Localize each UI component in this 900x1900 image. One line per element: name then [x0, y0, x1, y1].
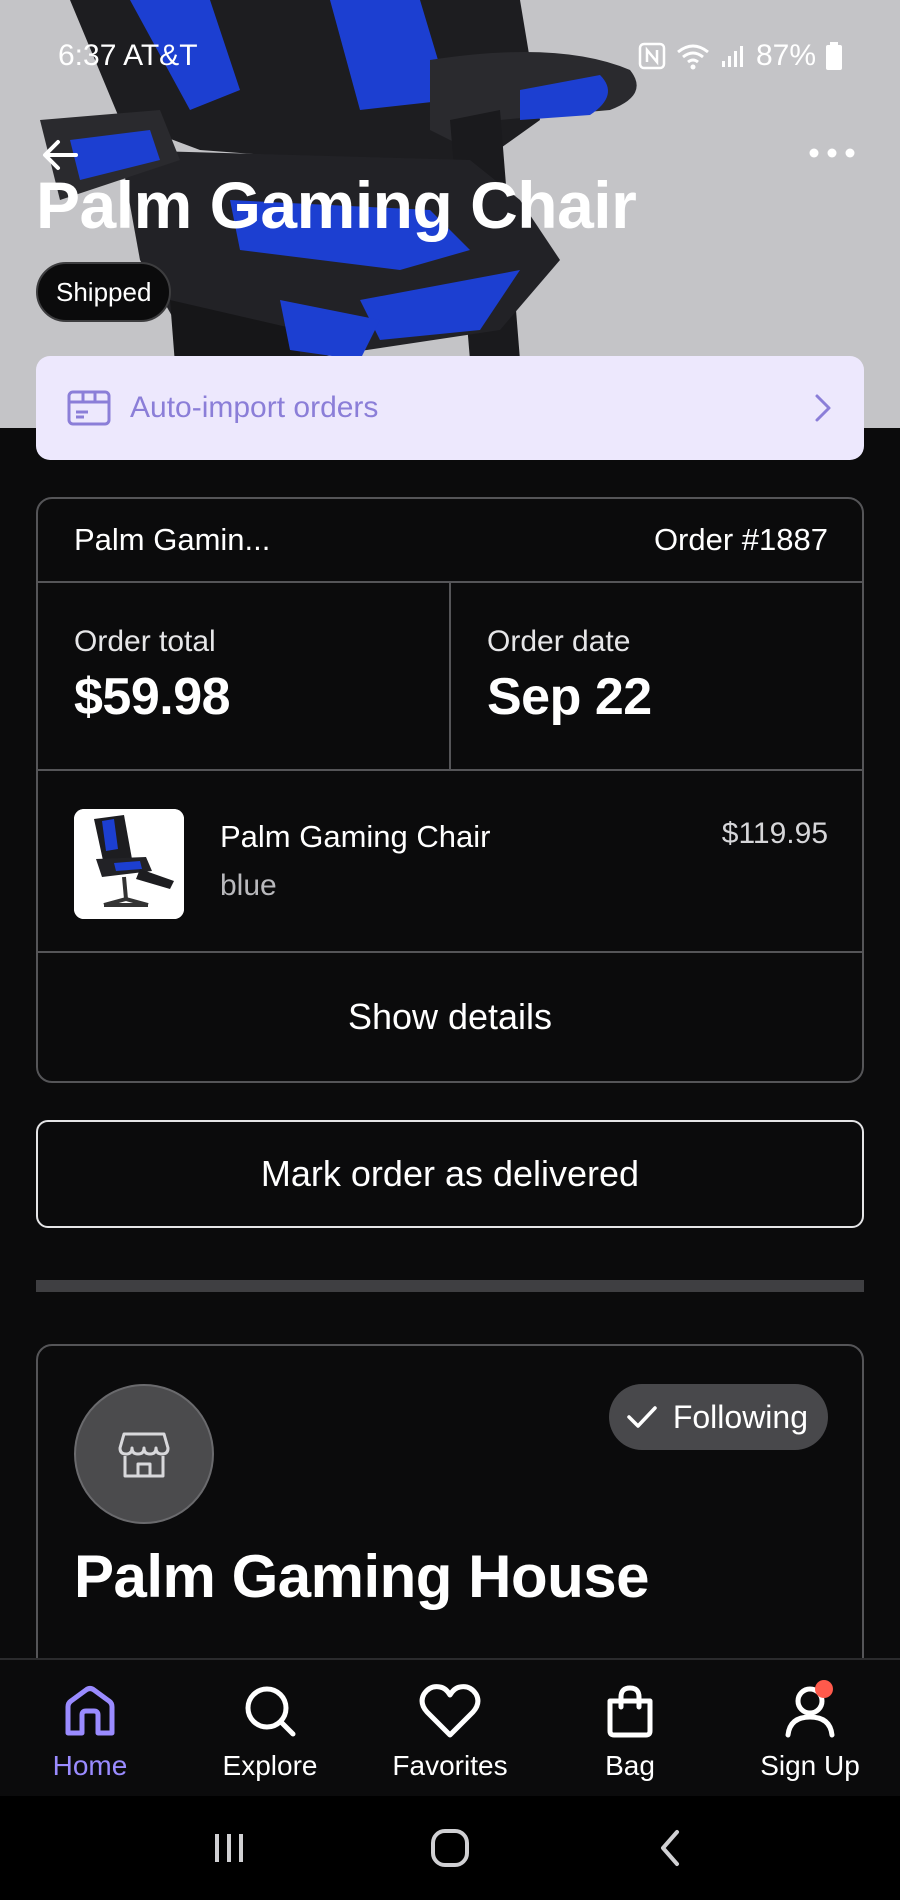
- status-left: 6:37 AT&T: [58, 39, 198, 73]
- bottom-nav: Home Explore Favorites Bag Sign Up: [0, 1658, 900, 1796]
- battery-percent: 87%: [755, 39, 816, 72]
- order-header: Palm Gamin... Order #1887: [38, 499, 862, 583]
- nav-explore-label: Explore: [222, 1750, 318, 1781]
- order-item[interactable]: Palm Gaming Chair blue $119.95: [38, 771, 862, 953]
- mark-delivered-button[interactable]: Mark order as delivered: [36, 1120, 864, 1228]
- store-avatar: [74, 1384, 214, 1524]
- wifi-icon: [677, 44, 709, 70]
- more-options-icon[interactable]: [806, 138, 858, 168]
- order-total: Order total $59.98: [38, 583, 449, 769]
- home-icon: [55, 1680, 125, 1742]
- nav-home-label: Home: [52, 1750, 128, 1781]
- search-icon: [235, 1680, 305, 1742]
- item-variant: blue: [220, 869, 277, 902]
- signal-icon: [721, 46, 743, 67]
- store-name: Palm Gaming House: [74, 1543, 649, 1610]
- chair-thumbnail-image: [74, 809, 184, 919]
- order-date: Order date Sep 22: [449, 583, 862, 769]
- heart-icon: [415, 1680, 485, 1742]
- notification-dot: [815, 1680, 833, 1698]
- nav-favorites[interactable]: Favorites: [360, 1660, 540, 1796]
- nav-explore[interactable]: Explore: [180, 1660, 360, 1796]
- status-bar: 6:37 AT&T 87%: [0, 0, 900, 112]
- item-name: Palm Gaming Chair: [220, 819, 491, 854]
- home-button-icon[interactable]: [428, 1826, 472, 1870]
- recent-apps-icon[interactable]: [209, 1828, 249, 1868]
- status-right: 87%: [638, 39, 842, 73]
- nav-home[interactable]: Home: [0, 1660, 180, 1796]
- nav-favorites-label: Favorites: [392, 1750, 508, 1781]
- following-label: Following: [672, 1398, 808, 1435]
- order-number: Order #1887: [653, 522, 828, 557]
- item-thumbnail: [74, 809, 184, 919]
- package-icon: [67, 390, 111, 426]
- page-title: Palm Gaming Chair: [36, 168, 637, 242]
- status-time: 6:37: [58, 39, 117, 72]
- bag-icon: [595, 1680, 665, 1742]
- system-nav-bar: [0, 1796, 900, 1900]
- order-date-label: Order date: [487, 625, 631, 658]
- order-stats: Order total $59.98 Order date Sep 22: [38, 583, 862, 771]
- item-price: $119.95: [721, 817, 828, 850]
- following-button[interactable]: Following: [608, 1384, 828, 1450]
- section-divider: [36, 1280, 864, 1292]
- order-card: Palm Gamin... Order #1887 Order total $5…: [36, 497, 864, 1083]
- order-total-value: $59.98: [74, 668, 231, 726]
- status-badge: Shipped: [36, 262, 172, 322]
- auto-import-label: Auto-import orders: [130, 391, 379, 424]
- chevron-right-icon: [815, 394, 831, 422]
- nav-sign-up[interactable]: Sign Up: [720, 1660, 900, 1796]
- show-details-button[interactable]: Show details: [38, 953, 862, 1081]
- order-total-label: Order total: [74, 625, 216, 658]
- item-info: Palm Gaming Chair blue: [220, 809, 490, 951]
- nav-bag-label: Bag: [605, 1750, 655, 1781]
- nav-bag[interactable]: Bag: [540, 1660, 720, 1796]
- nav-sign-up-label: Sign Up: [760, 1750, 860, 1781]
- storefront-icon: [118, 1432, 170, 1478]
- status-carrier: AT&T: [123, 39, 198, 72]
- battery-icon: [826, 42, 842, 70]
- order-date-value: Sep 22: [487, 668, 652, 726]
- nfc-icon: [638, 42, 666, 70]
- user-icon: [775, 1680, 845, 1742]
- check-icon: [627, 1406, 657, 1428]
- order-store-name: Palm Gamin...: [74, 522, 271, 557]
- back-button-icon[interactable]: [651, 1828, 691, 1868]
- auto-import-banner[interactable]: Auto-import orders: [36, 356, 864, 460]
